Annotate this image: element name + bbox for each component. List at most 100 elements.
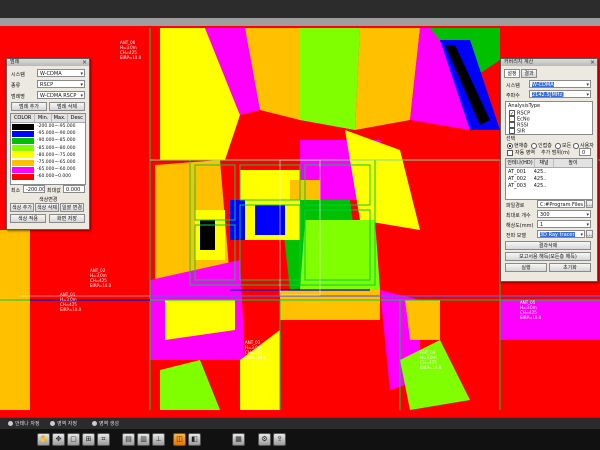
analysis-type-item[interactable]: SIR: [509, 128, 525, 135]
column-header: 안테나(HD): [506, 159, 535, 167]
apply-color-button[interactable]: 색상 적용: [10, 214, 46, 223]
pan-icon[interactable]: ✥: [52, 433, 65, 446]
column-header: 채널: [535, 159, 554, 167]
table-row[interactable]: AT_002 425..: [508, 176, 546, 182]
legend-row[interactable]: -60.000~0.000: [11, 173, 85, 180]
status-item[interactable]: 안테나 자정: [8, 420, 40, 427]
settings-icon[interactable]: ⚙: [258, 433, 271, 446]
export-icon[interactable]: ⇪: [273, 433, 286, 446]
color-swatch[interactable]: [12, 145, 34, 152]
color-delete-button[interactable]: 색상 삭제: [35, 203, 59, 212]
legend-row[interactable]: -200.00~-95.000: [11, 123, 85, 130]
file-path-label: 파일경로: [506, 203, 525, 209]
column-header: Max.: [52, 114, 69, 122]
color-swatch[interactable]: [12, 152, 34, 159]
type-select[interactable]: RSCP ▾: [37, 80, 85, 88]
analysis-type-header: AnalysisType: [508, 103, 541, 109]
select-icon[interactable]: ▢: [67, 433, 80, 446]
add-range-button[interactable]: 범례 추가: [11, 102, 47, 111]
max-rays-select[interactable]: 300 ▾: [537, 210, 591, 218]
status-dot-icon: [92, 421, 97, 426]
system-select[interactable]: W-CDMA ▾: [529, 80, 591, 88]
reset-button[interactable]: 초기화: [549, 263, 591, 272]
apply-all-button[interactable]: 일괄 변경: [60, 203, 84, 212]
color-swatch[interactable]: [12, 173, 34, 180]
checkbox[interactable]: [507, 149, 513, 156]
status-item[interactable]: 영역 자정: [50, 420, 77, 427]
propagation-model-select[interactable]: 3D Ray tracer ▾: [537, 230, 585, 238]
file-path-field[interactable]: C:#Program Files (x86)#KT_1: [537, 200, 585, 208]
report-icon[interactable]: ▦: [232, 433, 245, 446]
radio[interactable]: [555, 142, 561, 149]
run-button[interactable]: 실행: [505, 263, 547, 272]
floor-icon[interactable]: ▥: [137, 433, 150, 446]
chevron-down-icon: ▾: [586, 222, 589, 228]
resolution-select[interactable]: 1 ▾: [537, 220, 591, 228]
report-button[interactable]: 보고서용 해득(모든층 해득): [505, 252, 591, 261]
color-swatch[interactable]: [12, 137, 34, 144]
color-swatch[interactable]: [12, 159, 34, 166]
system-select[interactable]: W-CDMA ▾: [37, 69, 85, 77]
result-delete-button[interactable]: 결과삭제: [505, 241, 591, 250]
legend-row[interactable]: -75.000~-65.000: [11, 159, 85, 166]
chevron-down-icon: ▾: [586, 82, 589, 88]
color-swatch[interactable]: [12, 166, 34, 173]
column-header: COLOR: [11, 114, 36, 122]
antenna-table: 안테나(HD) 채널 높이 AT_001 425.. AT_002 425.. …: [505, 158, 593, 200]
chevron-down-icon: ▾: [586, 212, 589, 218]
selection-label: 선택: [506, 136, 516, 142]
resolution-label: 해상도(mm): [506, 223, 534, 229]
range-label: 범례명: [11, 94, 25, 100]
min-field[interactable]: -200.000: [23, 185, 45, 193]
max-field[interactable]: 0.000: [63, 185, 85, 193]
tab-settings[interactable]: 설정: [504, 69, 520, 78]
checkbox[interactable]: [509, 128, 515, 134]
scope-option[interactable]: 모든: [555, 142, 571, 149]
table-row[interactable]: AT_001 425..: [508, 169, 546, 175]
delete-range-button[interactable]: 범례 삭제: [49, 102, 85, 111]
legend-row[interactable]: -85.000~-80.000: [11, 145, 85, 152]
status-item[interactable]: 영역 생성: [92, 420, 119, 427]
save-screen-button[interactable]: 화면 저장: [49, 214, 85, 223]
range-value: -60.000~0.000: [37, 174, 72, 180]
add-range-field[interactable]: 0: [579, 148, 591, 156]
legend-row[interactable]: -90.000~-85.000: [11, 137, 85, 144]
color-swatch[interactable]: [12, 123, 34, 130]
measure-icon[interactable]: ⊞: [82, 433, 95, 446]
table-row[interactable]: AT_003 425..: [508, 183, 546, 189]
model-settings-button[interactable]: …: [586, 230, 593, 238]
hand-icon[interactable]: ✋: [37, 433, 50, 446]
color-swatch[interactable]: [12, 130, 34, 137]
max-label: 최대값: [47, 188, 61, 194]
min-label: 최소: [11, 188, 21, 194]
frequency-label: 주파수: [506, 93, 520, 99]
antenna-label: ANT_05 H=3.0m CH=425 EIRP=10.0: [520, 300, 542, 320]
range-value: -85.000~-80.000: [37, 145, 76, 151]
layer-icon[interactable]: ▤: [122, 433, 135, 446]
coverage-icon[interactable]: ◫: [173, 433, 186, 446]
max-rays-label: 최대로 개수: [506, 213, 531, 219]
frequency-select[interactable]: 2142.5[MHz] ▾: [529, 90, 591, 98]
system-label: 시스템: [11, 72, 25, 78]
coverage-calc-panel: 커버리지 계산 × 설정 결과 시스템 W-CDMA ▾ 주파수 2142.5[MH…: [500, 58, 598, 282]
chevron-down-icon: ▾: [580, 232, 583, 238]
antenna-label: ANT_04 H=3.0m CH=425 EIRP=10.0: [420, 350, 442, 370]
route-icon[interactable]: ◧: [188, 433, 201, 446]
legend-row[interactable]: -65.000~-60.000: [11, 166, 85, 173]
auto-range-option[interactable]: 자동 영역: [507, 149, 535, 156]
range-value: -75.000~-65.000: [37, 160, 76, 166]
grid-icon[interactable]: ⌗: [97, 433, 110, 446]
legend-row[interactable]: -95.000~-90.000: [11, 130, 85, 137]
scope-option[interactable]: 인접층: [531, 142, 552, 149]
range-select[interactable]: W-CDMA RSCP ▾: [37, 91, 85, 99]
close-icon[interactable]: ×: [82, 59, 87, 66]
browse-button[interactable]: …: [586, 200, 593, 208]
color-add-button[interactable]: 색상 추가: [10, 203, 34, 212]
radio[interactable]: [507, 142, 513, 149]
legend-row[interactable]: -80.000~-75.000: [11, 152, 85, 159]
radio[interactable]: [531, 142, 537, 149]
close-icon[interactable]: ×: [590, 59, 595, 66]
tab-results[interactable]: 결과: [521, 69, 537, 78]
antenna-icon[interactable]: ⊥: [152, 433, 165, 446]
scope-option[interactable]: 현재층: [507, 142, 528, 149]
